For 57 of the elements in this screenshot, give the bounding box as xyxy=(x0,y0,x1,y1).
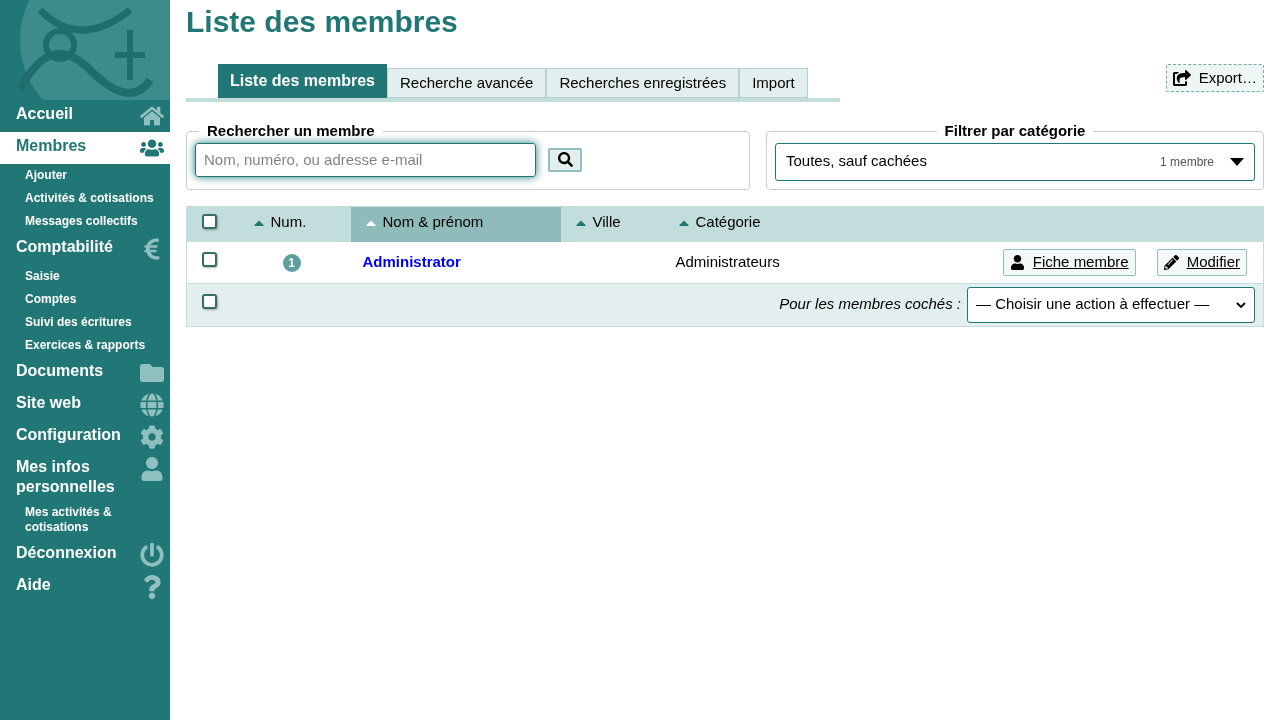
sidebar-subitem[interactable]: Suivi des écritures xyxy=(0,311,170,334)
select-value: Toutes, sauf cachées xyxy=(786,151,928,172)
number-badge: 1 xyxy=(282,254,301,272)
sidebar-item[interactable]: Documents xyxy=(0,357,170,389)
sidebar-item[interactable]: Déconnexion xyxy=(0,539,170,571)
tab[interactable]: Recherche avancée xyxy=(386,68,547,98)
sidebar-subitem[interactable]: Activités & cotisations xyxy=(0,187,170,210)
checkbox[interactable] xyxy=(202,214,218,229)
folder-icon xyxy=(140,361,164,385)
checkbox[interactable] xyxy=(202,252,218,267)
search-icon xyxy=(557,152,573,167)
member-link[interactable]: Administrator xyxy=(362,253,461,270)
category-select[interactable]: Toutes, sauf cachées 1 membre xyxy=(775,142,1255,181)
caret-icon xyxy=(1230,157,1244,166)
sidebar-item[interactable]: Accueil xyxy=(0,100,170,132)
search-button[interactable] xyxy=(548,147,582,172)
sidebar-item[interactable]: Membres xyxy=(0,132,170,164)
member-card-button[interactable]: Fiche membre xyxy=(1002,248,1136,276)
sidebar-item[interactable]: Comptabilité xyxy=(0,233,170,265)
power-icon xyxy=(140,543,164,567)
page-title: Liste des membres xyxy=(186,4,459,40)
sidebar-subitem[interactable]: Comptes xyxy=(0,288,170,311)
sidebar-subitem[interactable]: Messages collectifs xyxy=(0,210,170,233)
column-header[interactable]: Nom & prénom xyxy=(350,206,561,242)
action-select[interactable]: — Choisir une action à effectuer — xyxy=(967,286,1255,323)
sidebar-subitem[interactable]: Exercices & rapports xyxy=(0,334,170,357)
sidebar-subitem[interactable]: Saisie xyxy=(0,265,170,288)
sidebar-item[interactable]: Site web xyxy=(0,389,170,421)
export-button[interactable]: Export… xyxy=(1165,64,1264,92)
panel-legend: Filtrer par catégorie xyxy=(936,120,1094,143)
panel-legend: Rechercher un membre xyxy=(199,120,383,143)
edit-button[interactable]: Modifier xyxy=(1156,248,1247,276)
share-icon xyxy=(1172,69,1191,87)
tab[interactable]: Liste des membres xyxy=(218,64,387,98)
tab[interactable]: Recherches enregistrées xyxy=(546,68,740,98)
search-field[interactable]: Nom, numéro, ou adresse e-mail xyxy=(195,142,536,177)
table-cell: Administrateurs xyxy=(675,253,780,270)
sidebar-subitem[interactable]: Mes activités & cotisations xyxy=(0,501,170,539)
user-icon xyxy=(1009,254,1025,270)
column-header[interactable]: Ville xyxy=(560,206,664,242)
globe-icon xyxy=(140,393,164,417)
home-icon xyxy=(140,104,164,128)
sidebar-subitem[interactable]: Ajouter xyxy=(0,164,170,187)
caret-icon xyxy=(1236,301,1246,308)
select-value: — Choisir une action à effectuer — xyxy=(976,294,1210,315)
sidebar-item[interactable]: Aide xyxy=(0,571,170,603)
sidebar-item[interactable]: Configuration xyxy=(0,421,170,453)
column-header[interactable]: Num. xyxy=(232,206,351,242)
pencil-icon xyxy=(1163,254,1179,270)
tab[interactable]: Import xyxy=(739,68,808,98)
checkbox[interactable] xyxy=(202,294,218,310)
user-icon xyxy=(140,457,164,481)
member-count: 1 membre xyxy=(1159,153,1214,171)
sidebar-item[interactable]: Mes infos personnelles xyxy=(0,453,170,501)
column-header[interactable]: Catégorie xyxy=(663,206,862,242)
bulk-action-label: Pour les membres cochés : xyxy=(779,294,961,315)
settings-icon xyxy=(140,425,164,449)
